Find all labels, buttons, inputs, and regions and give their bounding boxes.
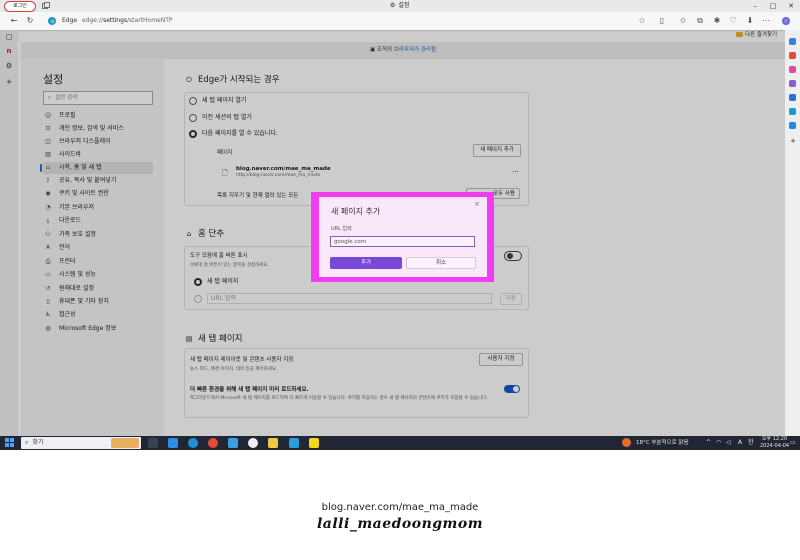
volume-icon[interactable]: ◁ bbox=[726, 437, 731, 449]
google-taskbar-icon[interactable] bbox=[248, 438, 258, 448]
refresh-icon[interactable]: ↻ bbox=[24, 14, 36, 28]
wifi-icon[interactable]: ◠ bbox=[716, 437, 721, 449]
url-path: /startHomeNTP bbox=[127, 17, 173, 24]
maximize-icon[interactable]: □ bbox=[764, 0, 782, 12]
close-icon[interactable]: ✕ bbox=[782, 0, 800, 12]
office-sidebar-icon[interactable] bbox=[789, 94, 796, 101]
active-tab[interactable]: ⚙ 설정 bbox=[390, 1, 409, 11]
task-view-icon[interactable] bbox=[148, 438, 158, 448]
dialog-close-icon[interactable]: × bbox=[474, 200, 480, 208]
blog-url: blog.naver.com/mae_ma_made bbox=[321, 502, 479, 513]
profile-button[interactable]: 로그인 bbox=[4, 1, 36, 12]
input-lang-indicator[interactable]: A bbox=[738, 437, 742, 449]
tools-sidebar-icon[interactable] bbox=[789, 66, 796, 73]
copilot-icon[interactable] bbox=[780, 15, 792, 27]
dialog-title: 새 페이지 추가 bbox=[331, 207, 381, 216]
tab-actions-icon[interactable] bbox=[42, 2, 50, 9]
taskbar-clock[interactable]: 오후 12:20 2024-04-04 bbox=[760, 436, 789, 450]
gear-icon: ⚙ bbox=[390, 2, 396, 9]
url-prefix: edge:// bbox=[82, 17, 104, 24]
notification-icon[interactable]: ▭ bbox=[790, 437, 796, 449]
downloads-icon[interactable]: ⬇ bbox=[744, 15, 756, 27]
signature: lalli_maedoongmom bbox=[316, 516, 484, 532]
edge-logo-icon bbox=[46, 14, 58, 28]
games-sidebar-icon[interactable] bbox=[789, 80, 796, 87]
kakao-taskbar-icon[interactable] bbox=[309, 438, 319, 448]
dialog-url-input[interactable]: google.com bbox=[330, 236, 475, 247]
dialog-url-label: URL 입력 bbox=[331, 226, 352, 232]
search-highlight-image bbox=[111, 438, 139, 448]
explorer-taskbar-icon[interactable] bbox=[268, 438, 278, 448]
extensions-icon[interactable]: ✱ bbox=[711, 15, 723, 27]
dialog-cancel-button[interactable]: 취소 bbox=[406, 257, 476, 269]
app2-taskbar-icon[interactable] bbox=[289, 438, 299, 448]
ime-indicator[interactable]: 한 bbox=[748, 437, 754, 449]
url-field[interactable]: edge://settings/startHomeNTP bbox=[82, 15, 173, 27]
search-sidebar-icon[interactable] bbox=[789, 38, 796, 45]
tray-chevron-icon[interactable]: ^ bbox=[706, 437, 711, 449]
windows-start-icon[interactable] bbox=[5, 438, 15, 448]
search-icon: ⌕ bbox=[25, 439, 29, 446]
favorites-icon[interactable]: ✩ bbox=[677, 15, 689, 27]
shopping-sidebar-icon[interactable] bbox=[789, 52, 796, 59]
dialog-add-button[interactable]: 추가 bbox=[330, 257, 402, 269]
browser-essentials-icon[interactable]: ♡ bbox=[727, 15, 739, 27]
collections-icon[interactable]: ⧉ bbox=[694, 15, 706, 27]
back-icon[interactable]: ← bbox=[8, 14, 20, 28]
chrome-taskbar-icon[interactable] bbox=[208, 438, 218, 448]
widgets-icon[interactable] bbox=[168, 438, 178, 448]
edge-taskbar-icon[interactable] bbox=[188, 438, 198, 448]
taskbar-search-label: 찾기 bbox=[32, 439, 44, 446]
edge-sidebar-rail bbox=[785, 30, 800, 436]
url-host: settings bbox=[103, 17, 128, 24]
clock-time: 오후 12:20 bbox=[761, 436, 788, 442]
outlook-sidebar-icon[interactable] bbox=[789, 108, 796, 115]
taskbar-weather[interactable]: 18°C 부분적으로 맑음 bbox=[636, 437, 689, 449]
more-menu-icon[interactable]: ⋯ bbox=[760, 15, 772, 27]
weather-icon bbox=[622, 438, 631, 447]
edge-label: Edge bbox=[62, 17, 78, 24]
minimize-icon[interactable]: – bbox=[746, 0, 764, 12]
add-sidebar-icon[interactable]: + bbox=[788, 136, 798, 146]
favorite-star-icon[interactable]: ☆ bbox=[636, 15, 648, 27]
app-taskbar-icon[interactable] bbox=[228, 438, 238, 448]
drop-sidebar-icon[interactable] bbox=[789, 122, 796, 129]
split-screen-icon[interactable]: ▯ bbox=[656, 15, 668, 27]
tab-title-label: 설정 bbox=[398, 2, 410, 9]
clock-date: 2024-04-04 bbox=[760, 443, 790, 449]
